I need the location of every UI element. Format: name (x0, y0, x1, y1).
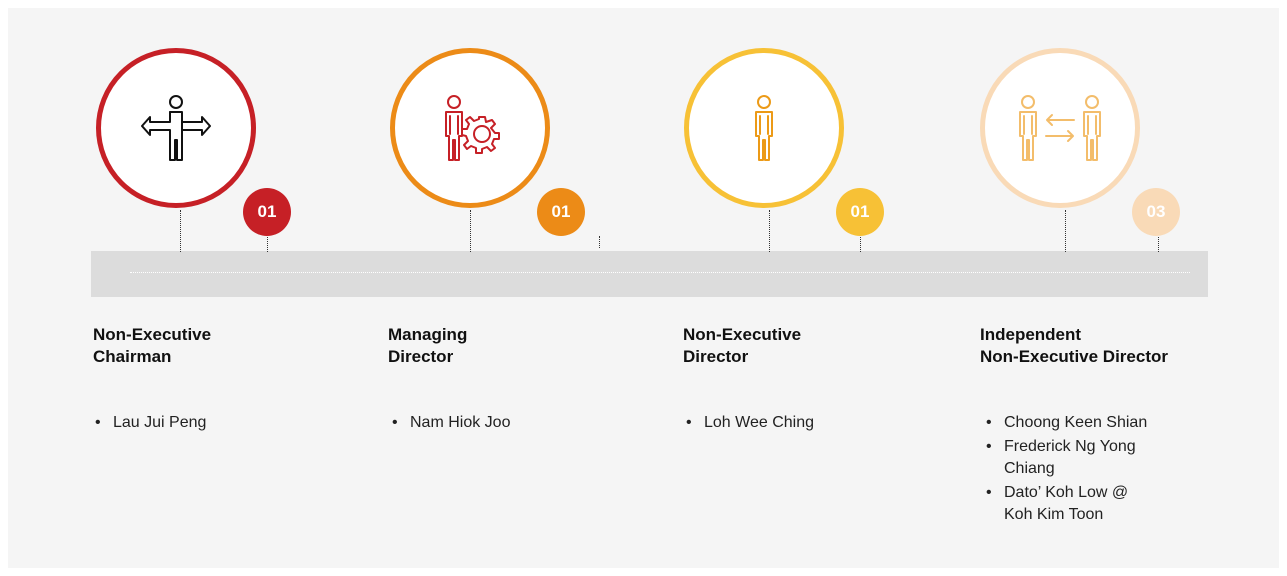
member-list-chairman: Lau Jui Peng (93, 412, 323, 436)
role-title-line: Non-Executive (683, 325, 802, 344)
member-list-independent-director: Choong Keen Shian Frederick Ng Yong Chia… (984, 412, 1184, 528)
role-circle-non-executive-director (684, 48, 844, 208)
member-list-managing-director: Nam Hiok Joo (390, 412, 620, 436)
member-item: Nam Hiok Joo (390, 412, 620, 434)
member-item: Choong Keen Shian (984, 412, 1184, 434)
member-item: Loh Wee Ching (684, 412, 914, 434)
role-circle-chairman (96, 48, 256, 208)
connector-dotted (1065, 210, 1066, 252)
role-title-line: Director (388, 347, 454, 366)
role-title-line: Director (683, 347, 749, 366)
role-title-line: Non-Executive (93, 325, 212, 344)
role-title-managing-director: Managing Director (388, 324, 648, 368)
role-title-line: Non-Executive Director (980, 347, 1168, 366)
timeline-band (91, 251, 1208, 297)
connector-dotted (267, 237, 268, 252)
connector-dotted (769, 210, 770, 252)
connector-dotted (1158, 237, 1159, 252)
role-count-badge: 01 (836, 188, 884, 236)
role-circle-independent-director (980, 48, 1140, 208)
role-count-badge: 01 (243, 188, 291, 236)
role-circle-managing-director (390, 48, 550, 208)
role-title-line: Managing (388, 325, 468, 344)
role-count-badge: 01 (537, 188, 585, 236)
person-icon (755, 95, 773, 161)
role-title-non-executive-director: Non-Executive Director (683, 324, 943, 368)
connector-dotted (599, 236, 600, 248)
person-gear-icon (445, 95, 500, 161)
role-title-line: Chairman (93, 347, 172, 366)
member-item: Frederick Ng Yong Chiang (984, 436, 1164, 480)
member-list-non-executive-director: Loh Wee Ching (684, 412, 914, 436)
person-crossroads-arrows-icon (141, 95, 211, 161)
connector-dotted (180, 210, 181, 252)
timeline-dotted-line (130, 272, 1190, 273)
member-item: Dato’ Koh Low @ Koh Kim Toon (984, 482, 1154, 526)
member-item: Lau Jui Peng (93, 412, 323, 434)
role-title-chairman: Non-Executive Chairman (93, 324, 353, 368)
connector-dotted (860, 237, 861, 252)
role-title-line: Independent (980, 325, 1082, 344)
role-title-independent-director: Independent Non-Executive Director (980, 324, 1240, 368)
role-count-badge: 03 (1132, 188, 1180, 236)
two-persons-exchange-icon (1019, 95, 1101, 161)
connector-dotted (470, 210, 471, 252)
